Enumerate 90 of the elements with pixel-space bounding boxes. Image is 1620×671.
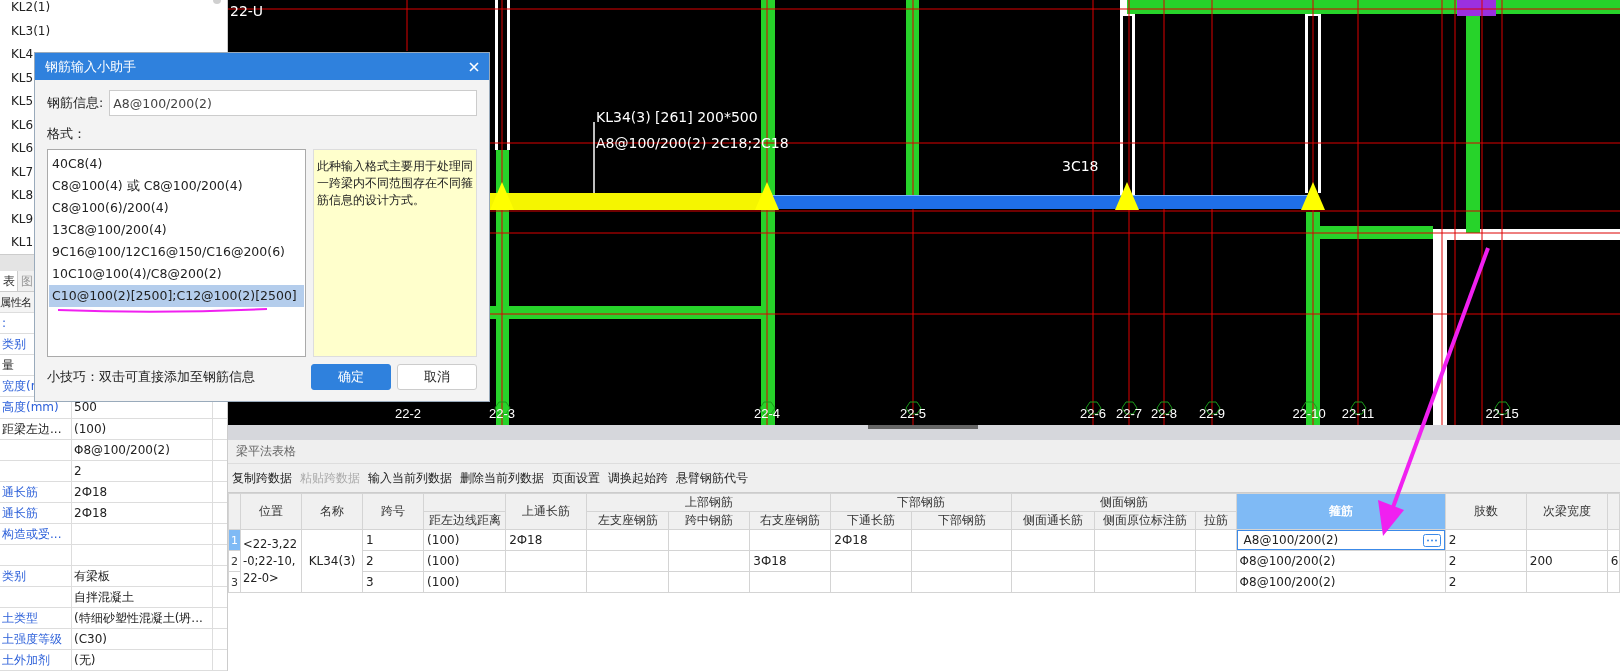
column-group-header: 下部钢筋 [830, 493, 1012, 512]
table-cell: 6 [1607, 550, 1620, 572]
table-cell: 3Ф18 [749, 550, 831, 572]
beam-annotation: KL34(3) [261] 200*500 [596, 109, 758, 125]
property-value[interactable]: (C30) [72, 628, 213, 649]
column-group-header: 侧面钢筋 [1011, 493, 1237, 512]
tree-item[interactable]: KL1 [11, 231, 34, 255]
table-cell: (100) [423, 550, 506, 572]
table-cell: 200 [1526, 550, 1608, 572]
toolbar-button[interactable]: 输入当前列数据 [368, 469, 452, 487]
table-cell: 2 [1445, 529, 1527, 551]
tree-item[interactable]: KL3(1) [11, 19, 51, 43]
column-header[interactable]: 跨号 [362, 493, 424, 530]
table-cell: 2 [362, 550, 424, 572]
scrollbar-thumb[interactable] [868, 425, 978, 429]
property-value[interactable]: 2Ф18 [72, 502, 213, 523]
format-description: 此种输入格式主要用于处理同一跨梁内不同范围存在不同箍筋信息的设计方式。 [313, 149, 477, 357]
axis-label: 22-U [230, 3, 264, 19]
column-header[interactable]: 次梁宽度 [1526, 493, 1608, 530]
tree-item[interactable]: KL2(1) [11, 0, 51, 20]
table-cell: (100) [423, 529, 506, 551]
beam-annotation: 3C18 [1062, 158, 1099, 174]
cell-editor[interactable]: A8@100/200(2) [1237, 530, 1445, 550]
table-cell: 2 [1445, 571, 1527, 593]
property-name: 土外加剂 [0, 650, 72, 671]
property-value[interactable]: (无) [72, 650, 213, 671]
table-cell: 2 [1445, 550, 1527, 572]
property-name: 土类型 [0, 607, 72, 628]
axis-label: 22-11 [1341, 406, 1375, 421]
column-header[interactable]: 肢数 [1445, 493, 1527, 530]
axis-label: 22-9 [1199, 406, 1225, 421]
table-cell: Φ8@100/200(2) [1236, 571, 1446, 593]
property-value[interactable]: (特细砂塑性混凝土(坍... [72, 607, 213, 628]
property-value[interactable]: (100) [72, 418, 213, 439]
field-label: 钢筋信息: [47, 94, 104, 112]
table-cell: 2Ф18 [505, 529, 587, 551]
axis-label: 22-6 [1080, 406, 1106, 421]
property-value[interactable]: 自拌混凝土 [72, 586, 213, 607]
ellipsis-icon[interactable] [1422, 533, 1441, 547]
panel-tab[interactable]: 表 [0, 271, 18, 292]
toolbar-button[interactable]: 删除当前列数据 [460, 469, 544, 487]
axis-label: 22-7 [1116, 406, 1142, 421]
property-name: 土强度等级 [0, 628, 72, 649]
tree-item[interactable]: KL5 [11, 90, 34, 114]
axis-label: 22-15 [1485, 406, 1519, 421]
toolbar-button[interactable]: 页面设置 [552, 469, 600, 487]
axis-label: 22-2 [395, 406, 421, 421]
property-value[interactable]: 有梁板 [72, 565, 213, 586]
tree-item[interactable]: KL9 [11, 207, 34, 231]
table-cell: <22-3,22-0;22-10,22-0> [240, 529, 302, 593]
tree-item[interactable]: KL7 [11, 160, 34, 184]
close-icon[interactable] [469, 61, 479, 72]
dialog-title: 钢筋输入小助手 [45, 57, 136, 76]
property-name: 通长筋 [0, 481, 72, 502]
rebar-input-field[interactable]: A8@100/200(2) [109, 90, 477, 116]
table-cell: 3 [362, 571, 424, 593]
property-value[interactable]: 2Ф18 [72, 481, 213, 502]
panel-title: 梁平法表格 [228, 440, 1620, 464]
tree-item[interactable]: KL8 [11, 184, 34, 208]
toolbar-button[interactable]: 悬臂钢筋代号 [676, 469, 748, 487]
format-label: 格式： [47, 126, 87, 143]
tree-item[interactable]: KL5 [11, 66, 34, 90]
column-group-header: 上部钢筋 [586, 493, 831, 512]
table-cell: 2Ф18 [830, 529, 912, 551]
cancel-button[interactable]: 取消 [397, 364, 477, 390]
property-value[interactable]: Φ8@100/200(2) [72, 439, 213, 460]
property-name: 通长筋 [0, 502, 72, 523]
property-value[interactable]: 2 [72, 460, 213, 481]
row-number[interactable]: 2 [228, 550, 241, 572]
property-name: 类别 [0, 565, 72, 586]
confirm-button[interactable]: 确定 [311, 364, 391, 390]
tree-item[interactable]: KL6 [11, 113, 34, 137]
column-header[interactable]: 位置 [240, 493, 302, 530]
property-name: 构造或受... [0, 523, 72, 544]
table-cell: KL34(3) [301, 529, 363, 593]
axis-label: 22-5 [900, 406, 926, 421]
column-header[interactable]: 名称 [301, 493, 363, 530]
format-list-item[interactable]: C10@100(2)[2500];C12@100(2)[2500] [49, 285, 304, 307]
axis-label: 22-4 [754, 406, 780, 421]
axis-label: 22-8 [1151, 406, 1177, 421]
toolbar-button[interactable]: 复制跨数据 [232, 469, 292, 487]
property-name: 距梁左边... [0, 418, 72, 439]
tree-item[interactable]: KL4 [11, 43, 34, 67]
toolbar-button[interactable]: 调换起始跨 [608, 469, 668, 487]
tree-item[interactable]: KL6 [11, 137, 34, 161]
table-cell: (100) [423, 571, 506, 593]
row-number[interactable]: 3 [228, 571, 241, 593]
table-cell: 1 [362, 529, 424, 551]
table-cell: Φ8@100/200(2) [1236, 550, 1446, 572]
column-header[interactable]: 上通长筋 [505, 493, 587, 530]
